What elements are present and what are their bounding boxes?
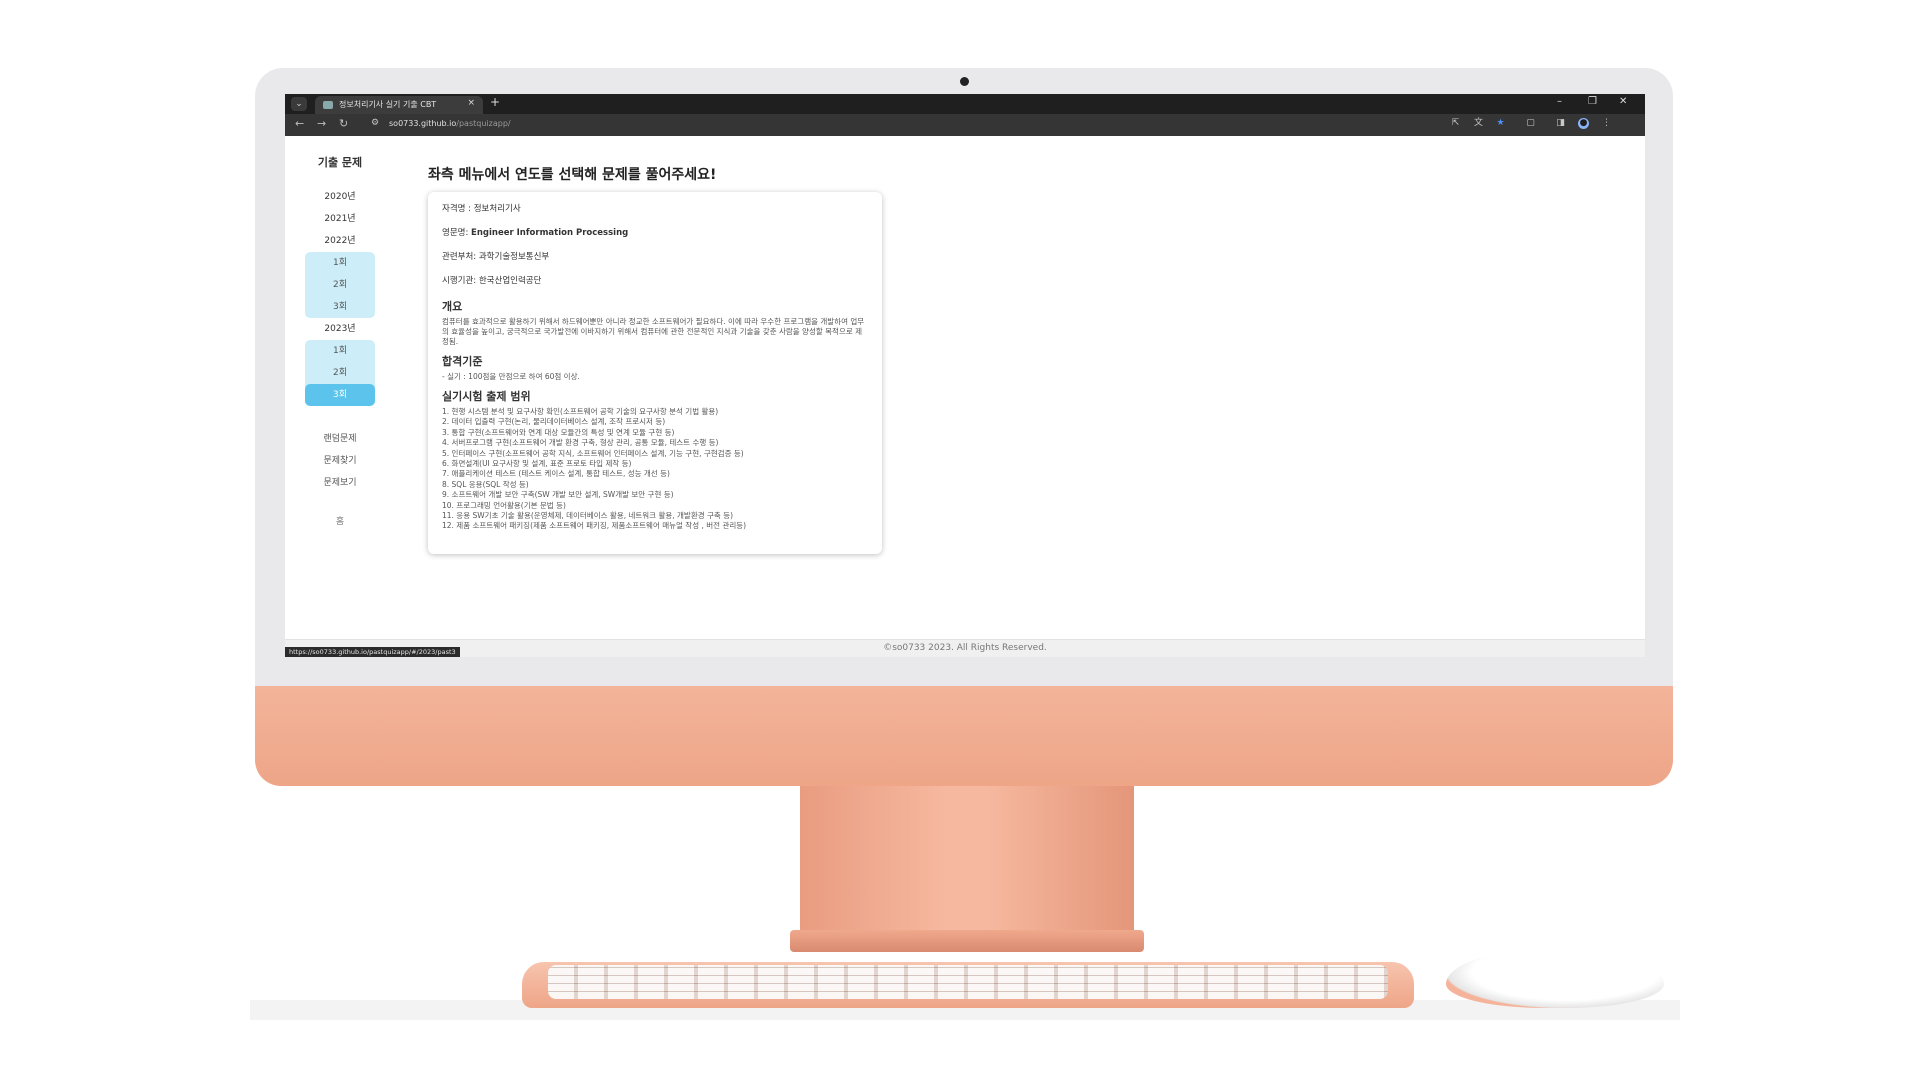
sidebar-link-find[interactable]: 문제찾기 — [295, 450, 385, 472]
profile-avatar-icon[interactable]: ● — [1578, 118, 1589, 129]
info-ministry: 관련부처: 과학기술정보통신부 — [442, 252, 550, 262]
list-item: 5. 인터페이스 구현(소프트웨어 공학 지식, 소프트웨어 인터페이스 설계,… — [442, 448, 744, 458]
site-info-icon[interactable]: ⚙ — [371, 118, 379, 128]
sidebar-title: 기출 문제 — [317, 156, 363, 169]
scope-list: 1. 현행 시스템 분석 및 요구사항 확인(소프트웨어 공학 기술의 요구사항… — [442, 407, 868, 532]
favicon-icon — [323, 101, 333, 109]
rounds-2022: 1회 2회 3회 — [305, 252, 375, 318]
reload-icon[interactable]: ↻ — [339, 117, 348, 130]
info-english: 영문명: Engineer Information Processing — [442, 228, 629, 238]
info-qualification: 자격명 : 정보처리기사 — [442, 204, 521, 214]
address-bar[interactable]: ⚙ so0733.github.io/pastquizapp/ — [371, 117, 1451, 133]
translate-icon[interactable]: 文 — [1473, 118, 1484, 129]
tab-title: 정보처리기사 실기 기출 CBT — [339, 100, 437, 109]
browser-titlebar: ⌄ 정보처리기사 실기 기출 CBT × + – ❐ ✕ — [285, 94, 1645, 114]
forward-icon[interactable]: → — [317, 117, 326, 130]
list-item: 12. 제품 소프트웨어 패키징(제품 소프트웨어 패키징, 제품소프트웨어 매… — [442, 521, 747, 531]
sidebar-year-2022[interactable]: 2022년 — [295, 230, 385, 252]
new-tab-button[interactable]: + — [490, 95, 500, 109]
menu-kebab-icon[interactable]: ⋮ — [1601, 118, 1612, 129]
screen: ⌄ 정보처리기사 실기 기출 CBT × + – ❐ ✕ ← → ↻ ⚙ so0… — [285, 94, 1645, 657]
footer: ©so0733 2023. All Rights Reserved. — [285, 639, 1645, 657]
status-bar-url: https://so0733.github.io/pastquizapp/#/2… — [285, 647, 460, 657]
list-item: 3. 통합 구현(소프트웨어와 연계 대상 모듈간의 특성 및 연계 모듈 구현… — [442, 427, 675, 437]
browser-tab[interactable]: 정보처리기사 실기 기출 CBT × — [315, 96, 483, 114]
list-item: 8. SQL 응용(SQL 작성 등) — [442, 479, 529, 489]
keyboard-keys — [548, 965, 1388, 999]
sidebar-year-2023[interactable]: 2023년 — [295, 318, 385, 340]
list-item: 9. 소프트웨어 개발 보안 구축(SW 개발 보안 설계, SW개발 보안 구… — [442, 490, 674, 500]
camera — [960, 77, 969, 86]
close-tab-icon[interactable]: × — [467, 98, 475, 108]
sidebar-year-2021[interactable]: 2021년 — [295, 208, 385, 230]
list-item: 2. 데이터 입출력 구현(논리, 물리데이터베이스 설계, 조작 프로시저 등… — [442, 417, 666, 427]
list-item: 11. 응용 SW기초 기술 활용(운영체제, 데이터베이스 활용, 네트워크 … — [442, 511, 734, 521]
list-item: 6. 화면설계(UI 요구사항 및 설계, 표준 프로토 타입 제작 등) — [442, 459, 632, 469]
scope-title: 실기시험 출제 범위 — [442, 390, 531, 403]
overview-text: 컴퓨터를 효과적으로 활용하기 위해서 하드웨어뿐만 아니라 정교한 소프트웨어… — [442, 317, 865, 346]
sidebar-link-home[interactable]: 홈 — [295, 514, 385, 527]
sidebar-year-2020[interactable]: 2020년 — [295, 186, 385, 208]
list-item: 10. 프로그래밍 언어활용(기본 문법 등) — [442, 500, 566, 510]
restore-icon[interactable]: ❐ — [1588, 96, 1597, 107]
page-title: 좌측 메뉴에서 연도를 선택해 문제를 풀어주세요! — [428, 167, 717, 183]
imac-chin — [255, 686, 1673, 786]
tab-search-icon[interactable]: ⌄ — [291, 97, 307, 111]
side-panel-icon[interactable]: ◨ — [1555, 118, 1566, 129]
sidebar: 기출 문제 2020년 2021년 2022년 1회 2회 3회 2023년 1… — [295, 154, 385, 527]
imac-stand-foot — [790, 930, 1144, 952]
round-2023-1[interactable]: 1회 — [305, 340, 375, 362]
info-card: 자격명 : 정보처리기사 영문명: Engineer Information P… — [428, 192, 882, 554]
imac-stand — [800, 786, 1134, 934]
list-item: 7. 애플리케이션 테스트 (테스트 케이스 설계, 통합 테스트, 성능 개선… — [442, 469, 670, 479]
close-window-icon[interactable]: ✕ — [1619, 96, 1627, 107]
round-2022-2[interactable]: 2회 — [305, 274, 375, 296]
open-in-icon[interactable]: ⇱ — [1450, 118, 1461, 129]
pass-text: - 실기 : 100점을 만점으로 하여 60점 이상. — [442, 372, 580, 381]
list-item: 4. 서버프로그램 구현(소프트웨어 개발 환경 구축, 형상 관리, 공통 모… — [442, 438, 719, 448]
overview-title: 개요 — [442, 300, 463, 313]
browser-toolbar: ← → ↻ ⚙ so0733.github.io/pastquizapp/ ⇱ … — [285, 114, 1645, 136]
rounds-2023: 1회 2회 3회 — [305, 340, 375, 406]
round-2022-1[interactable]: 1회 — [305, 252, 375, 274]
sidebar-link-view[interactable]: 문제보기 — [295, 472, 385, 494]
minimize-icon[interactable]: – — [1557, 96, 1562, 107]
info-agency: 시행기관: 한국산업인력공단 — [442, 276, 542, 286]
footer-copyright: ©so0733 2023. All Rights Reserved. — [883, 643, 1047, 653]
extensions-icon[interactable]: ▢ — [1525, 118, 1536, 129]
round-2023-3[interactable]: 3회 — [305, 384, 375, 406]
round-2022-3[interactable]: 3회 — [305, 296, 375, 318]
back-icon[interactable]: ← — [295, 117, 304, 130]
url-text: so0733.github.io/pastquizapp/ — [389, 119, 511, 128]
bookmark-star-icon[interactable]: ★ — [1495, 118, 1506, 129]
list-item: 1. 현행 시스템 분석 및 요구사항 확인(소프트웨어 공학 기술의 요구사항… — [442, 407, 719, 416]
sidebar-link-random[interactable]: 랜덤문제 — [295, 428, 385, 450]
round-2023-2[interactable]: 2회 — [305, 362, 375, 384]
pass-title: 합격기준 — [442, 355, 483, 368]
mouse — [1446, 948, 1664, 1008]
